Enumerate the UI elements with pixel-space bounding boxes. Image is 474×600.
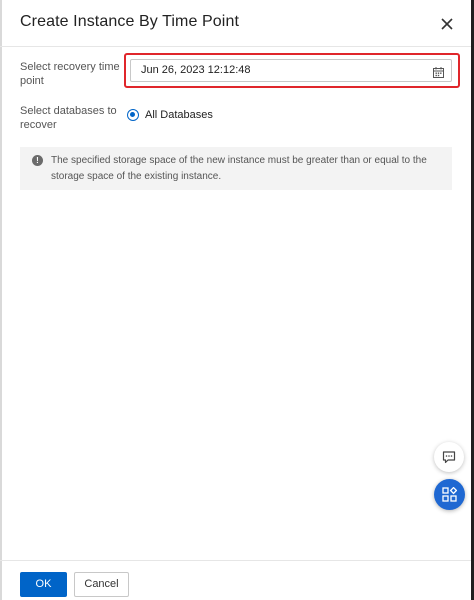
ok-button[interactable]: OK [20, 572, 67, 597]
close-icon[interactable] [437, 14, 457, 34]
apps-icon [442, 487, 457, 502]
notice-text: The specified storage space of the new i… [51, 155, 427, 182]
recovery-time-picker[interactable]: Jun 26, 2023 12:12:48 [130, 59, 452, 82]
apps-float-button[interactable] [434, 479, 465, 510]
dialog-header: Create Instance By Time Point [0, 0, 471, 47]
dialog-title: Create Instance By Time Point [20, 13, 240, 30]
calendar-icon[interactable] [433, 65, 444, 78]
chat-icon [442, 451, 456, 464]
recovery-time-value: Jun 26, 2023 12:12:48 [141, 64, 251, 76]
recovery-time-label: Select recovery time point [20, 61, 120, 87]
all-databases-label[interactable]: All Databases [145, 109, 213, 121]
dialog-footer [0, 560, 471, 600]
storage-notice: ! The specified storage space of the new… [20, 147, 452, 190]
cancel-button[interactable]: Cancel [74, 572, 129, 597]
exclamation-icon: ! [32, 155, 43, 166]
dialog-left-edge [0, 0, 2, 600]
chat-float-button[interactable] [434, 442, 464, 472]
all-databases-radio[interactable] [127, 109, 139, 121]
databases-label: Select databases to recover [20, 105, 117, 131]
